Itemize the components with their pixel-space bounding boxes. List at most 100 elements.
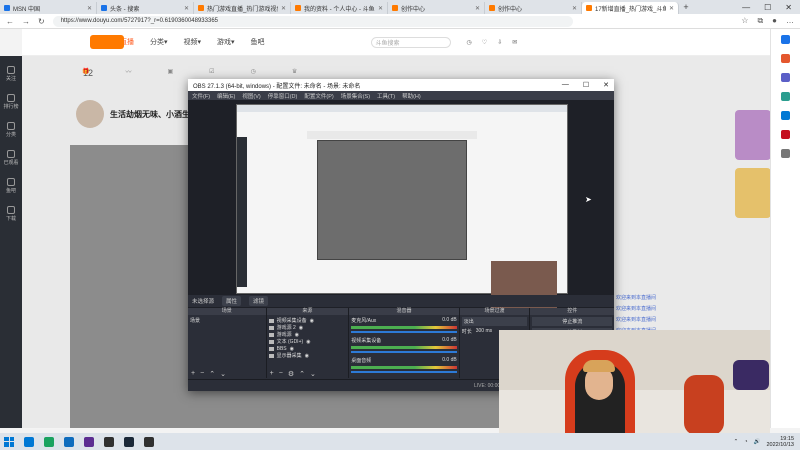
source-item[interactable]: BBS ◉ [268, 345, 347, 352]
filters-button[interactable]: 滤镜 [249, 296, 269, 306]
taskbar-app-icon[interactable] [64, 436, 74, 447]
move-down-button[interactable]: ⌄ [310, 370, 316, 378]
transition-select[interactable]: 淡出 [461, 317, 528, 326]
start-icon[interactable] [4, 436, 14, 447]
obs-menu-item[interactable]: 场景集合(S) [341, 92, 370, 100]
obs-menu-item[interactable]: 停靠窗口(D) [268, 92, 298, 100]
obs-menu-item[interactable]: 编辑(E) [217, 92, 235, 100]
clock[interactable]: 19:15 2022/10/13 [766, 436, 794, 448]
activity-icon[interactable]: 〰 [125, 67, 131, 76]
message-icon[interactable]: ✉ [512, 39, 517, 46]
tab-close-icon[interactable]: ✕ [669, 5, 674, 12]
taskbar-app-icon[interactable] [24, 436, 34, 447]
visibility-icon[interactable]: ◉ [306, 339, 310, 345]
office-icon[interactable] [781, 111, 790, 120]
taskbar-app-icon[interactable] [84, 436, 94, 447]
left-nav-item[interactable]: 鱼吧 [0, 178, 22, 196]
obs-menu-item[interactable]: 文件(F) [192, 92, 210, 100]
obs-menu-item[interactable]: 工具(T) [377, 92, 395, 100]
remove-source-button[interactable]: − [279, 370, 283, 377]
gift-icon[interactable]: 🎁 [82, 68, 89, 75]
back-icon[interactable]: ← [6, 17, 14, 26]
url-field[interactable]: https://www.douyu.com/5727917?_r=0.61903… [52, 15, 573, 27]
scene-item[interactable]: 场景 [190, 317, 264, 324]
minimize-button[interactable]: — [742, 3, 750, 12]
outlook-icon[interactable] [781, 130, 790, 139]
follow-icon[interactable]: ♡ [482, 39, 487, 46]
trophy-icon[interactable]: ♛ [292, 68, 297, 75]
collections-icon[interactable]: ⧉ [757, 16, 763, 26]
nav-yuba[interactable]: 鱼吧 [251, 37, 265, 47]
tab-close-icon[interactable]: ✕ [281, 5, 286, 12]
obs-minimize-button[interactable]: — [562, 81, 569, 89]
tab-close-icon[interactable]: ✕ [475, 5, 480, 12]
source-item[interactable]: 文本 (GDI+) ◉ [268, 338, 347, 345]
add-source-button[interactable]: + [270, 370, 274, 377]
visibility-icon[interactable]: ◉ [310, 318, 314, 324]
volume-icon[interactable]: 🔊 [754, 439, 761, 445]
games-icon[interactable] [781, 92, 790, 101]
rank-icon[interactable]: ▣ [168, 68, 174, 75]
left-nav-item[interactable]: 排行榜 [0, 94, 22, 112]
source-item[interactable]: 游戏源 2 ◉ [268, 324, 347, 331]
source-item[interactable]: 显示器采集 ◉ [268, 352, 347, 359]
volume-slider[interactable] [351, 351, 457, 353]
properties-button[interactable]: 属性 [222, 296, 242, 306]
tab-close-icon[interactable]: ✕ [378, 5, 383, 12]
taskbar-app-icon[interactable] [44, 436, 54, 447]
promo-card[interactable] [735, 110, 771, 160]
visibility-icon[interactable]: ◉ [290, 346, 294, 352]
add-scene-button[interactable]: + [191, 370, 195, 377]
taskbar-app-icon[interactable] [124, 436, 134, 447]
browser-tab[interactable]: 创作中心 ✕ [388, 2, 485, 14]
duration-field[interactable]: 300 ms [476, 328, 492, 335]
browser-tab[interactable]: 创作中心 ✕ [485, 2, 582, 14]
taskbar-app-icon[interactable] [104, 436, 114, 447]
left-nav-item[interactable]: 关注 [0, 66, 22, 84]
profile-icon[interactable]: ● [772, 16, 777, 26]
visibility-icon[interactable]: ◉ [295, 332, 299, 338]
maximize-button[interactable]: ☐ [764, 3, 771, 12]
volume-slider[interactable] [351, 371, 457, 373]
browser-tab[interactable]: 17新增直播_热门游戏_斗鱼…✕ [582, 2, 679, 14]
tab-close-icon[interactable]: ✕ [572, 5, 577, 12]
taskbar-app-icon[interactable] [144, 436, 154, 447]
new-tab-button[interactable]: + [679, 2, 693, 12]
left-nav-item[interactable]: 下载 [0, 206, 22, 224]
favorite-icon[interactable]: ☆ [741, 16, 748, 26]
history-icon[interactable]: ◷ [467, 39, 472, 46]
clock-icon[interactable]: ◷ [251, 68, 256, 75]
left-nav-item[interactable]: 分类 [0, 122, 22, 140]
obs-close-button[interactable]: ✕ [603, 81, 609, 89]
obs-menu-item[interactable]: 视图(V) [242, 92, 260, 100]
left-nav-item[interactable]: 已观看 [0, 150, 22, 168]
obs-menu-item[interactable]: 帮助(H) [402, 92, 421, 100]
visibility-icon[interactable]: ◉ [299, 325, 303, 331]
more-icon[interactable]: … [786, 16, 794, 26]
add-icon[interactable] [781, 149, 790, 158]
browser-tab[interactable]: 热门游戏直播_热门游戏视频_热…✕ [194, 2, 291, 14]
source-settings-icon[interactable]: ⚙ [288, 370, 294, 378]
download-icon[interactable]: ⇩ [497, 39, 502, 46]
promo-card[interactable] [735, 168, 771, 218]
avatar[interactable] [76, 100, 104, 128]
site-logo[interactable] [90, 35, 124, 49]
shopping-icon[interactable] [781, 54, 790, 63]
move-down-button[interactable]: ⌄ [220, 370, 226, 378]
search-icon[interactable] [781, 35, 790, 44]
nav-video[interactable]: 视频▾ [184, 37, 202, 47]
network-icon[interactable]: ◔ [744, 439, 747, 445]
obs-menu-item[interactable]: 配置文件(P) [304, 92, 333, 100]
control-button[interactable]: 停止推流 [532, 317, 612, 326]
close-button[interactable]: ✕ [785, 3, 792, 12]
nav-category[interactable]: 分类▾ [150, 37, 168, 47]
visibility-icon[interactable]: ◉ [305, 353, 309, 359]
browser-tab[interactable]: MSN 中国 ✕ [0, 2, 97, 14]
forward-icon[interactable]: → [22, 17, 30, 26]
refresh-icon[interactable]: ↻ [38, 17, 45, 26]
tab-close-icon[interactable]: ✕ [87, 5, 92, 12]
site-search-input[interactable]: 斗鱼搜索 [370, 36, 451, 48]
nav-games[interactable]: 游戏▾ [217, 37, 235, 47]
source-item[interactable]: 游戏源 ◉ [268, 331, 347, 338]
move-up-button[interactable]: ⌃ [299, 370, 305, 378]
